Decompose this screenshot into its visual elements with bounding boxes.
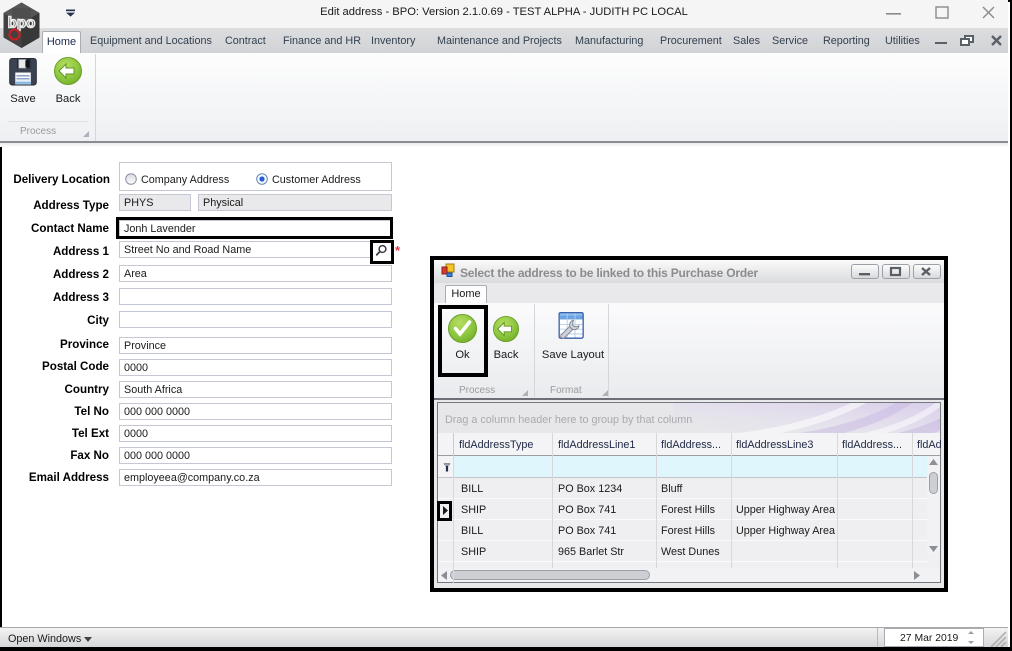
svg-text:bpo: bpo <box>8 15 36 32</box>
